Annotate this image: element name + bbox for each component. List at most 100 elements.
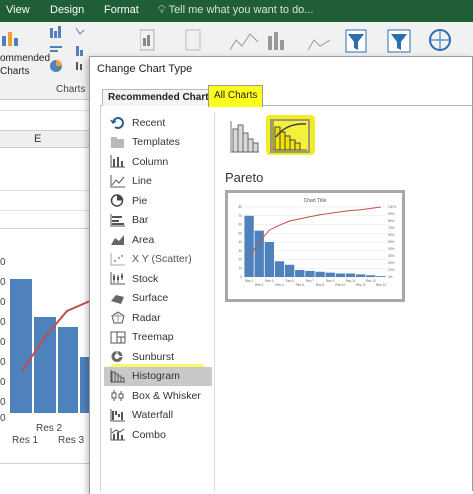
chart-type-label: Radar: [132, 311, 161, 324]
tab-format[interactable]: Format: [104, 4, 139, 16]
chart-type-column[interactable]: Column: [104, 152, 212, 172]
bg-bar-3: [58, 327, 78, 413]
bg-y-tick: 0: [0, 377, 6, 388]
chart-type-list: Recent Templates Column Line Pie Bar Are…: [104, 113, 212, 445]
preview-y-right-tick: 20%: [388, 261, 395, 265]
line-chart-icon: [110, 174, 125, 188]
chart-type-recent[interactable]: Recent: [104, 113, 212, 133]
chart-type-label: Area: [132, 233, 155, 246]
chart-type-label: Treemap: [132, 331, 174, 344]
dialog-tab-bar: Recommended Charts All Charts: [100, 85, 473, 107]
chart-preview[interactable]: Chart Title 80 70 60 50 40 30 20 10 0 100% 90% 80%…: [225, 190, 405, 302]
chart-type-sunburst[interactable]: Sunburst: [104, 347, 212, 367]
preview-bar: [295, 270, 305, 277]
preview-y-left-tick: 30: [238, 249, 242, 253]
chart-type-area[interactable]: Area: [104, 230, 212, 250]
tab-recommended-charts[interactable]: Recommended Charts: [102, 89, 221, 106]
preview-x-label: Res 14: [376, 283, 386, 287]
preview-y-right-tick: 30%: [388, 254, 395, 258]
preview-x-label: Res 3: [265, 279, 274, 283]
chart-type-templates[interactable]: Templates: [104, 133, 212, 153]
chart-type-surface[interactable]: Surface: [104, 289, 212, 309]
preview-y-left-tick: 50: [238, 231, 242, 235]
chart-type-label: Histogram: [132, 370, 180, 383]
pareto-preview-plot: Chart Title 80 70 60 50 40 30 20 10 0 100% 90% 80%…: [238, 198, 396, 287]
bg-x-label: Res 3: [58, 435, 85, 446]
histogram-chart-icon: [110, 369, 125, 383]
tab-view[interactable]: View: [6, 4, 30, 16]
bg-y-tick: 0: [0, 397, 6, 408]
preview-x-label: Res 12: [356, 283, 366, 287]
combo-chart-icon: [110, 428, 125, 441]
chart-type-label: Recent: [132, 116, 166, 129]
chart-type-label: Templates: [132, 136, 180, 149]
preview-bar: [325, 272, 335, 277]
preview-bar: [355, 274, 366, 277]
preview-bar: [315, 271, 325, 277]
pareto-subtype-button[interactable]: [270, 119, 310, 153]
preview-y-right-tick: 90%: [388, 212, 395, 216]
preview-y-left-tick: 70: [238, 214, 242, 218]
chart-type-treemap[interactable]: Treemap: [104, 328, 212, 348]
change-chart-type-dialog[interactable]: Change Chart Type Recommended Charts All…: [89, 56, 473, 494]
histogram-subtype-icon[interactable]: [230, 121, 260, 153]
surface-chart-icon: [111, 294, 124, 304]
preview-y-right-tick: 60%: [388, 233, 395, 237]
recommended-charts-label[interactable]: ommended Charts: [0, 52, 50, 78]
chart-type-bar[interactable]: Bar: [104, 211, 212, 231]
lightbulb-icon: 💡︎: [158, 4, 166, 16]
ribbon-tab-bar: View Design Format 💡︎ Tell me what you w…: [0, 0, 473, 22]
tab-all-charts[interactable]: All Charts: [208, 85, 264, 107]
tab-design[interactable]: Design: [50, 4, 84, 16]
sunburst-chart-icon: [111, 351, 123, 363]
preview-y-right-tick: 100%: [388, 205, 396, 209]
chart-type-label: Bar: [132, 214, 149, 227]
preview-title: Chart Title: [304, 198, 327, 204]
preview-bar: [335, 273, 346, 277]
bg-y-tick: 0: [0, 357, 6, 368]
chart-type-histogram[interactable]: Histogram: [104, 366, 212, 386]
recommended-charts-icon[interactable]: [0, 28, 20, 48]
preview-x-label: Res 7: [306, 279, 315, 283]
pane-divider: [214, 113, 215, 494]
bg-bar-2: [34, 317, 56, 413]
preview-y-right-tick: 40%: [388, 247, 395, 251]
chart-type-label: Waterfall: [132, 409, 174, 422]
pie-chart-icon: [110, 194, 124, 207]
bg-y-tick: 0: [0, 257, 6, 268]
chart-type-label: Pie: [132, 194, 148, 207]
preview-x-label: Res 2: [255, 283, 264, 287]
area-chart-icon: [111, 235, 124, 246]
scatter-chart-icon: [110, 252, 125, 266]
chart-type-label: Surface: [132, 292, 169, 305]
chart-type-pie[interactable]: Pie: [104, 191, 212, 211]
stock-chart-icon: [110, 272, 125, 285]
preview-y-left-tick: 20: [238, 258, 242, 262]
preview-y-right-tick: 10%: [388, 268, 395, 272]
column-header-e[interactable]: E: [34, 133, 41, 145]
chart-type-waterfall[interactable]: Waterfall: [104, 406, 212, 426]
preview-y-right-tick: 50%: [388, 240, 395, 244]
chart-type-box-whisker[interactable]: Box & Whisker: [104, 386, 212, 406]
tell-me-search[interactable]: 💡︎ Tell me what you want to do...: [158, 4, 313, 17]
chart-type-scatter[interactable]: X Y (Scatter): [104, 250, 212, 270]
chart-type-label: Combo: [132, 428, 166, 441]
chart-type-label: Line: [132, 175, 152, 188]
bg-y-tick: 0: [0, 297, 6, 308]
preview-x-label: Res 11: [346, 279, 356, 283]
preview-y-left-tick: 10: [238, 266, 242, 270]
chart-type-line[interactable]: Line: [104, 172, 212, 192]
chart-type-label: Stock: [132, 272, 159, 285]
chart-type-radar[interactable]: Radar: [104, 308, 212, 328]
chart-type-label: Box & Whisker: [132, 389, 201, 402]
preview-y-left-tick: 0: [240, 275, 242, 279]
preview-bar: [345, 273, 356, 277]
chart-type-combo[interactable]: Combo: [104, 425, 212, 445]
bg-y-tick: 0: [0, 337, 6, 348]
dialog-title: Change Chart Type: [97, 63, 193, 75]
chart-type-label: Sunburst: [132, 350, 175, 363]
chart-type-stock[interactable]: Stock: [104, 269, 212, 289]
preview-bar: [264, 242, 275, 277]
background-chart[interactable]: 0 0 0 0 0 0 0 0 0 Res 2 Res 1 Res 3: [0, 228, 96, 464]
chart-type-label: Column: [132, 155, 169, 168]
